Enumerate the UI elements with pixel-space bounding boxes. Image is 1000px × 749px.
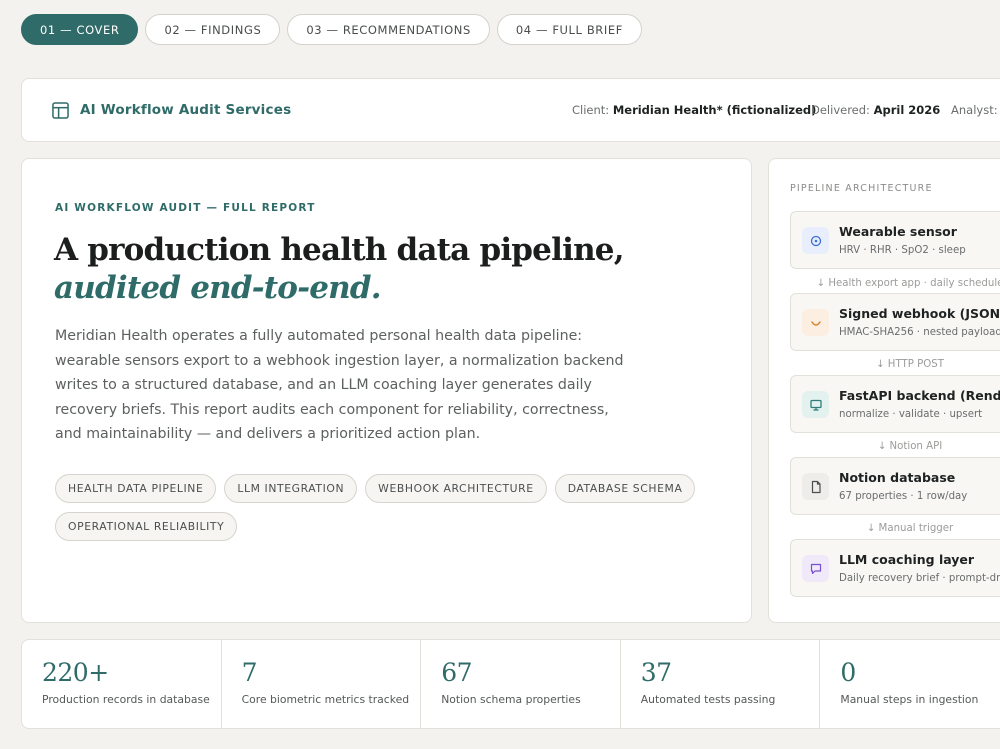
node-detail: HMAC-SHA256 · nested payload: [839, 327, 1000, 338]
chat-icon: [802, 555, 829, 582]
cover-card: AI WORKFLOW AUDIT — FULL REPORT A produc…: [21, 158, 752, 623]
node-name: Notion database: [839, 470, 956, 485]
sensor-icon: [802, 227, 829, 254]
stat-label: Automated tests passing: [640, 693, 776, 706]
client-meta: Client: Meridian Health* (fictionalized): [572, 79, 816, 141]
headline-accent: audited end-to-end.: [54, 270, 382, 306]
pipeline-node-llm: LLM coaching layer Daily recovery brief …: [790, 539, 1000, 597]
stat-value: 0: [840, 658, 856, 687]
analyst-meta: Analyst: C: [951, 79, 1000, 141]
delivered-meta: Delivered: April 2026: [811, 79, 940, 141]
tab-full-brief[interactable]: 04 — FULL BRIEF: [496, 14, 642, 45]
tab-findings[interactable]: 02 — FINDINGS: [145, 14, 281, 45]
node-detail: HRV · RHR · SpO2 · sleep: [839, 245, 966, 256]
node-detail: Daily recovery brief · prompt-driven: [839, 573, 1000, 584]
stats-bar: 220+ Production records in database 7 Co…: [21, 639, 1000, 729]
node-name: Signed webhook (JSON): [839, 306, 1000, 321]
node-detail: 67 properties · 1 row/day: [839, 491, 968, 502]
client-value: Meridian Health* (fictionalized): [612, 103, 817, 117]
pipeline-node-sensor: Wearable sensor HRV · RHR · SpO2 · sleep: [790, 211, 1000, 269]
tag-chip: DATABASE SCHEMA: [554, 474, 696, 503]
stat-label: Manual steps in ingestion: [840, 693, 979, 706]
tag-chip: OPERATIONAL RELIABILITY: [55, 512, 238, 541]
headline-main: A production health data pipeline,: [54, 232, 625, 268]
pipeline-node-database: Notion database 67 properties · 1 row/da…: [790, 457, 1000, 515]
pipeline-connector: ↓ Manual trigger: [866, 523, 954, 534]
pipeline-panel: PIPELINE ARCHITECTURE Wearable sensor HR…: [768, 158, 1000, 623]
stat-records: 220+ Production records in database: [22, 640, 222, 728]
delivered-label: Delivered:: [811, 103, 870, 117]
stat-label: Production records in database: [42, 693, 210, 706]
document-icon: [802, 473, 829, 500]
page-title: A production health data pipeline, audit…: [54, 231, 734, 307]
stat-value: 67: [441, 658, 472, 687]
tab-bar: 01 — COVER 02 — FINDINGS 03 — RECOMMENDA…: [21, 14, 642, 45]
report-header: AI Workflow Audit Services Client: Merid…: [21, 78, 1000, 142]
analyst-label: Analyst:: [951, 103, 998, 117]
stat-value: 220+: [42, 658, 109, 687]
pipeline-node-backend: FastAPI backend (Render) normalize · val…: [790, 375, 1000, 433]
webhook-icon: [802, 309, 829, 336]
node-detail: normalize · validate · upsert: [839, 409, 983, 420]
tab-recommendations[interactable]: 03 — RECOMMENDATIONS: [287, 14, 490, 45]
stat-metrics: 7 Core biometric metrics tracked: [222, 640, 422, 728]
tag-chip: HEALTH DATA PIPELINE: [55, 474, 217, 503]
brand-title: AI Workflow Audit Services: [80, 102, 292, 118]
tag-chip: WEBHOOK ARCHITECTURE: [365, 474, 547, 503]
layout-icon: [52, 101, 69, 119]
pipeline-node-webhook: Signed webhook (JSON) HMAC-SHA256 · nest…: [790, 293, 1000, 351]
monitor-icon: [802, 391, 829, 418]
report-description: Meridian Health operates a fully automat…: [55, 328, 624, 442]
stat-properties: 67 Notion schema properties: [421, 640, 621, 728]
stat-label: Notion schema properties: [441, 693, 581, 706]
stat-manual-steps: 0 Manual steps in ingestion: [820, 640, 1000, 728]
stat-label: Core biometric metrics tracked: [241, 693, 410, 706]
tag-chip: LLM INTEGRATION: [224, 474, 358, 503]
stat-tests: 37 Automated tests passing: [621, 640, 821, 728]
report-eyebrow: AI WORKFLOW AUDIT — FULL REPORT: [55, 202, 316, 214]
stat-value: 37: [640, 658, 672, 687]
tab-cover[interactable]: 01 — COVER: [21, 14, 139, 45]
node-name: Wearable sensor: [839, 224, 957, 239]
pipeline-title: PIPELINE ARCHITECTURE: [790, 183, 933, 194]
stat-value: 7: [241, 658, 258, 687]
pipeline-connector: ↓ Notion API: [877, 441, 943, 452]
pipeline-connector: ↓ Health export app · daily schedule: [816, 278, 1000, 289]
pipeline-connector: ↓ HTTP POST: [876, 359, 944, 370]
delivered-value: April 2026: [873, 103, 941, 117]
node-name: LLM coaching layer: [839, 552, 975, 567]
client-label: Client:: [572, 103, 610, 117]
node-name: FastAPI backend (Render): [839, 388, 1000, 403]
tag-list: HEALTH DATA PIPELINE LLM INTEGRATION WEB…: [55, 474, 715, 541]
